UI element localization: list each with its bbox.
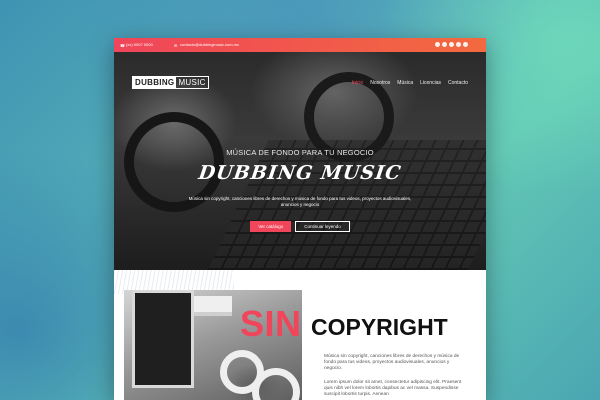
nav-item-contacto[interactable]: Contacto	[448, 80, 468, 86]
section-heading-accent: SIN	[240, 303, 302, 344]
facebook-icon[interactable]	[435, 42, 440, 47]
hero-tagline: MÚSICA DE FONDO PARA TU NEGOCIO	[226, 148, 374, 157]
nav-item-musica[interactable]: Música	[397, 80, 413, 86]
section-heading: COPYRIGHT	[311, 314, 448, 340]
website-mockup: ☎(xx) 0007 0000 ✉ contacto@dubbingmusic.c…	[114, 38, 486, 400]
hero-title: DUBBING MUSIC	[197, 162, 403, 184]
social-links	[435, 42, 468, 47]
phone-icon: ☎	[120, 42, 125, 48]
laptop-image	[132, 290, 194, 388]
section-paragraph: Lorem ipsum dolor sit amet, consectetur …	[324, 380, 462, 398]
read-more-button[interactable]: Continuar leyendo	[295, 221, 350, 232]
notebook-image	[194, 296, 232, 312]
hero-section: DUBBING MUSIC Inicio Nosotros Música Lic…	[114, 52, 486, 270]
phone-text: (xx) 0007 0000	[126, 42, 153, 47]
youtube-icon[interactable]	[449, 42, 454, 47]
logo-part-1: DUBBING	[133, 77, 177, 88]
copyright-section: SIN COPYRIGHT Música sin copyright, canc…	[114, 270, 486, 400]
nav-item-licencias[interactable]: Licencias	[420, 80, 441, 86]
instagram-icon[interactable]	[456, 42, 461, 47]
top-bar: ☎(xx) 0007 0000 ✉ contacto@dubbingmusic.c…	[114, 38, 486, 52]
catalog-button[interactable]: Ver catálogo	[250, 221, 292, 232]
nav-item-inicio[interactable]: Inicio	[352, 80, 364, 86]
section-paragraph: Música sin copyright, canciones libres d…	[324, 354, 460, 372]
email-text: contacto@dubbingmusic.com.mx	[180, 42, 239, 47]
email-contact[interactable]: ✉ contacto@dubbingmusic.com.mx	[174, 42, 239, 48]
logo-part-2: MUSIC	[178, 78, 206, 87]
site-logo[interactable]: DUBBING MUSIC	[132, 76, 209, 89]
nav-item-nosotros[interactable]: Nosotros	[370, 80, 390, 86]
soundcloud-icon[interactable]	[463, 42, 468, 47]
main-nav: Inicio Nosotros Música Licencias Contact…	[352, 80, 468, 86]
twitter-icon[interactable]	[442, 42, 447, 47]
mail-icon: ✉	[174, 42, 178, 48]
hero-buttons: Ver catálogo Continuar leyendo	[114, 221, 486, 232]
phone-contact[interactable]: ☎(xx) 0007 0000	[120, 42, 153, 48]
hero-subtitle: Música sin copyright, canciones libres d…	[188, 196, 412, 207]
